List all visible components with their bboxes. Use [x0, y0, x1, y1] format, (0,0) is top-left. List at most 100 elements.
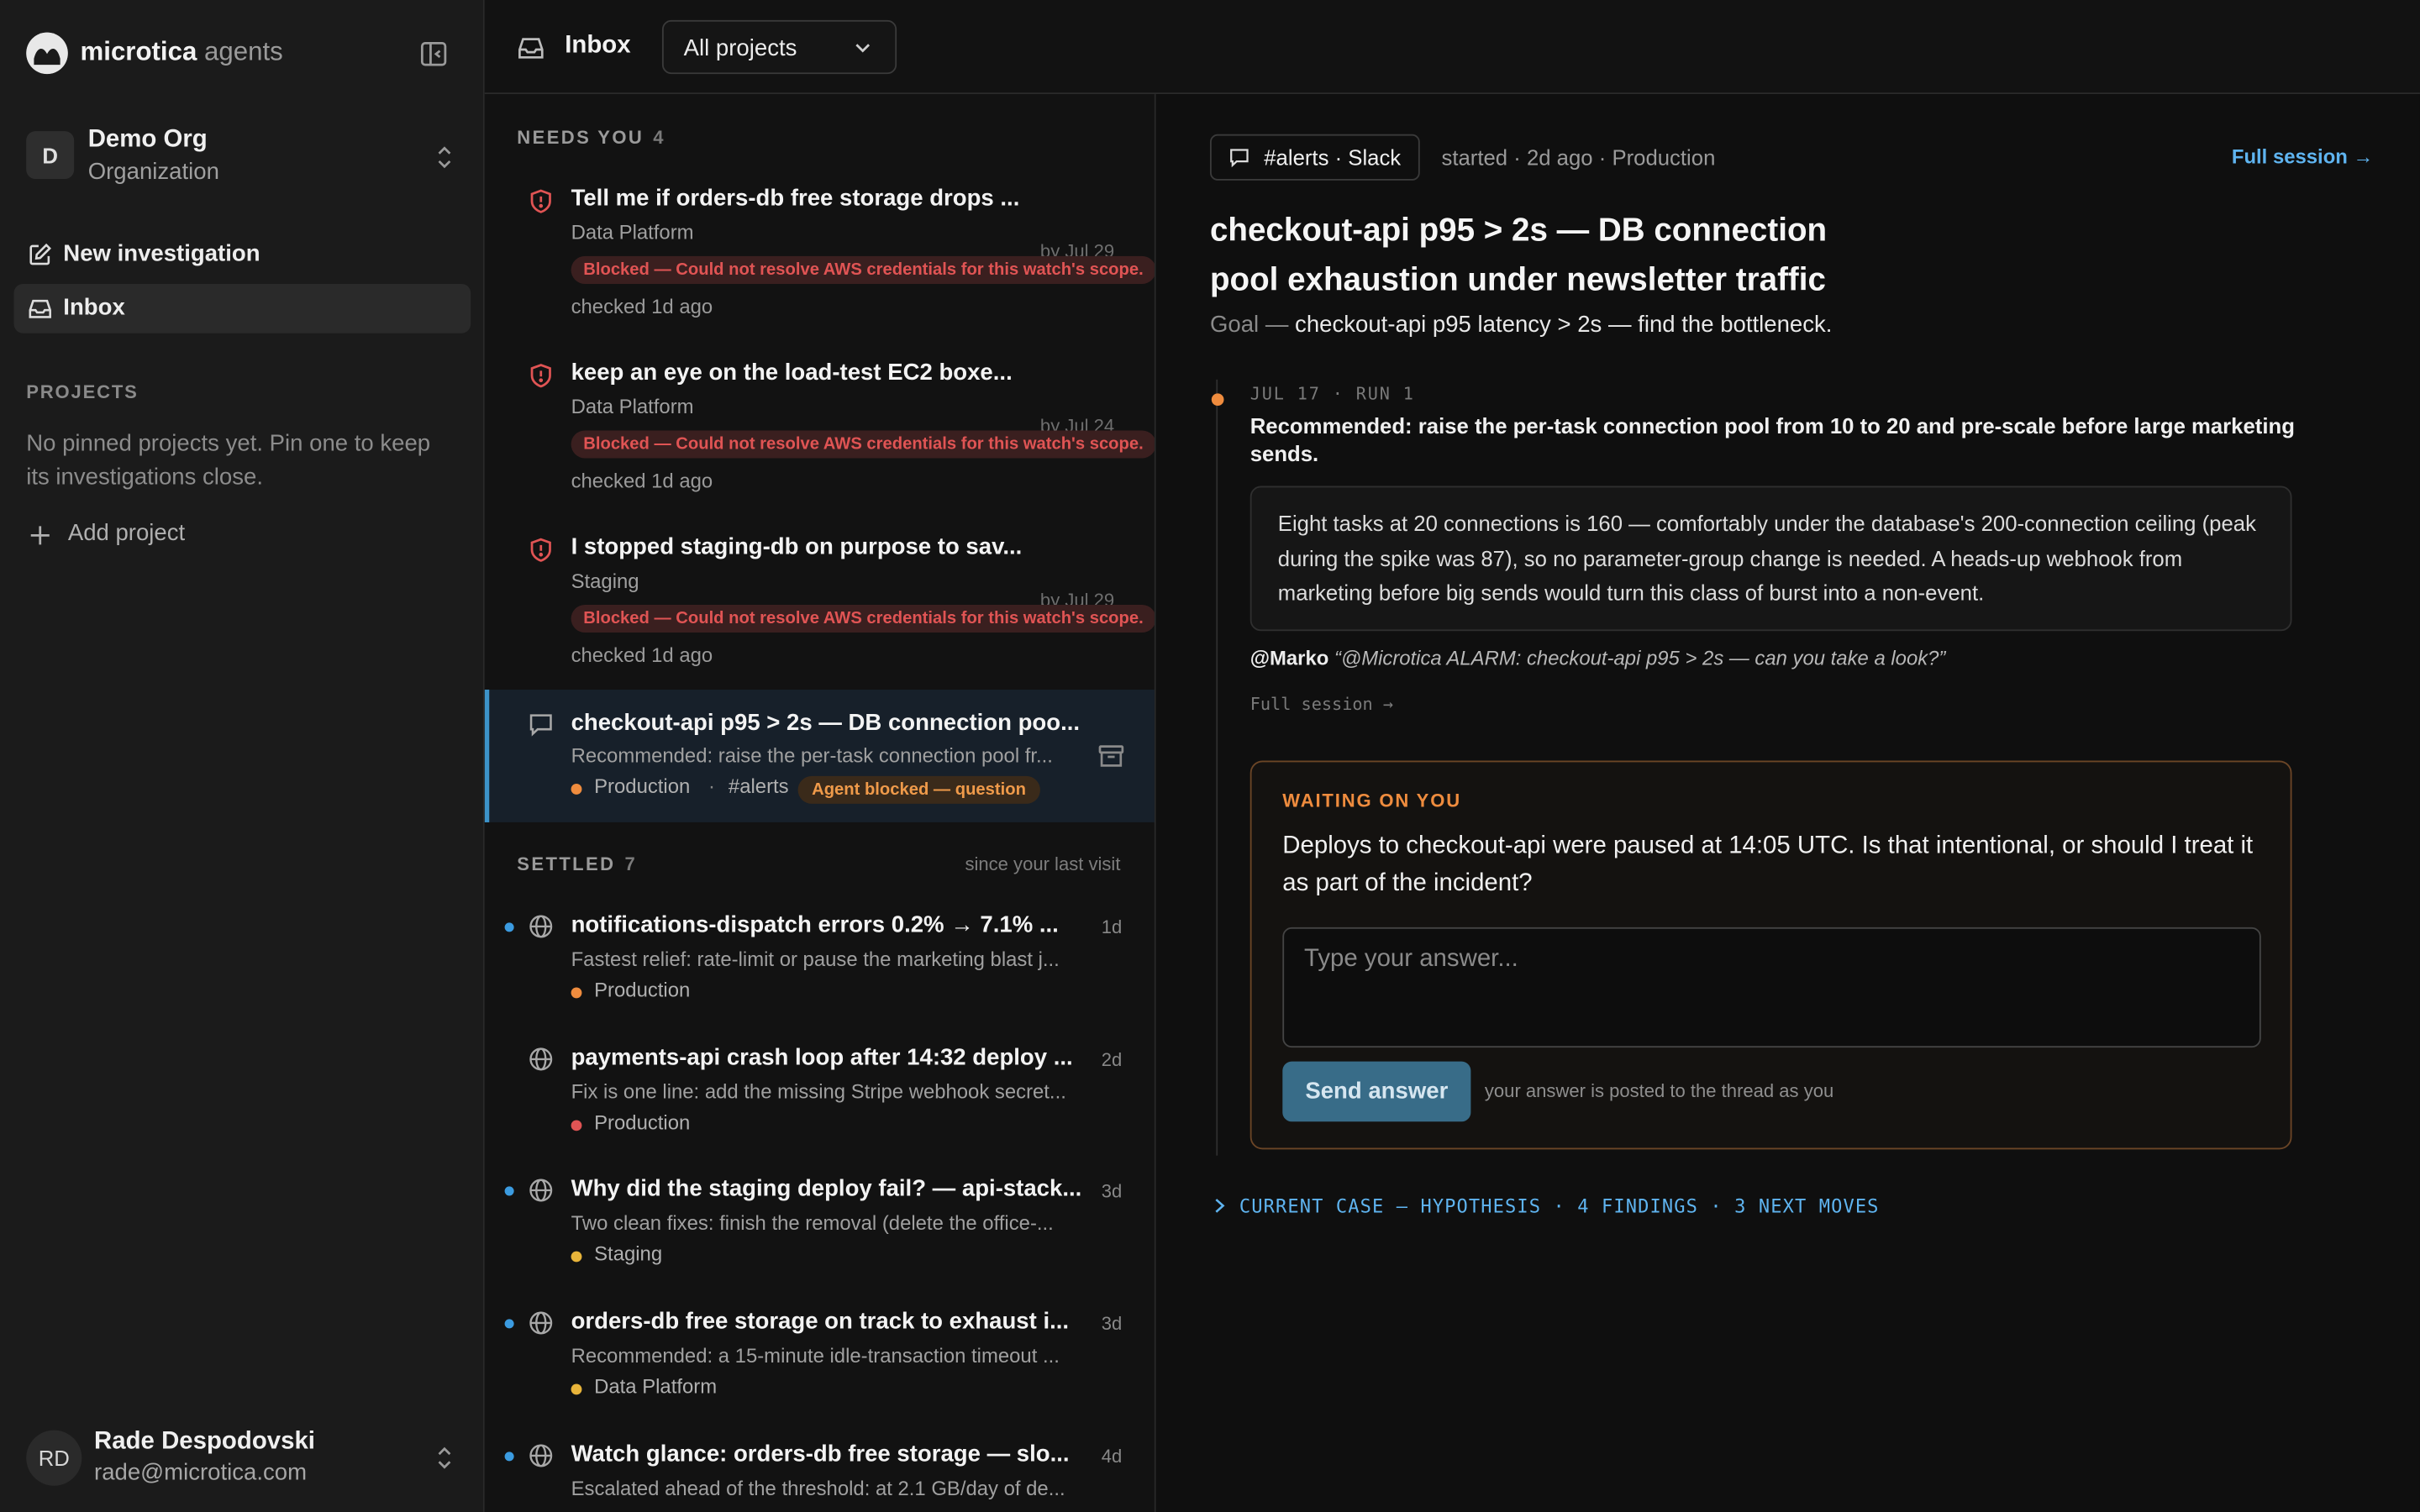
send-note: your answer is posted to the thread as y…: [1484, 1079, 1834, 1102]
unread-dot: [504, 1452, 514, 1462]
item-project: Staging: [571, 569, 639, 593]
project-filter-value: All projects: [683, 35, 797, 62]
message-icon: [529, 714, 552, 737]
project-filter-select[interactable]: All projects: [661, 19, 897, 75]
item-project: Staging: [594, 1242, 663, 1266]
item-summary: Escalated ahead of the threshold: at 2.1…: [571, 1476, 1065, 1500]
inbox-icon: [517, 34, 544, 61]
item-title: notifications-dispatch errors 0.2% → 7.1…: [571, 911, 1059, 938]
agent-question: Deploys to checkout-api were paused at 1…: [1282, 832, 2254, 897]
item-age: 1d: [1101, 916, 1123, 938]
goal: Goal — checkout-api p95 latency > 2s — f…: [1209, 312, 1833, 339]
item-summary: Fastest relief: rate-limit or pause the …: [571, 947, 1060, 971]
full-session-link[interactable]: Full session →: [2232, 145, 2374, 169]
globe-icon: [529, 1444, 553, 1467]
globe-icon: [529, 915, 553, 938]
recommendation-explanation: Eight tasks at 20 connections is 160 — c…: [1249, 486, 2292, 632]
collapse-sidebar-icon[interactable]: [418, 39, 450, 70]
inbox-list: NEEDS YOU 4 Tell me if orders-db free sto…: [484, 94, 1156, 1512]
page-title: Inbox: [565, 32, 631, 59]
item-title: Watch glance: orders-db free storage — s…: [571, 1441, 1070, 1467]
project-dot: [571, 987, 582, 999]
inbox-icon: [28, 297, 52, 321]
full-session-inline-link[interactable]: Full session →: [1250, 695, 1393, 715]
item-checked: checked 1d ago: [571, 294, 713, 318]
item-summary: Recommended: a 15-minute idle-transactio…: [571, 1343, 1060, 1368]
org-type: Organization: [87, 159, 219, 186]
shield-alert-icon: [530, 538, 551, 562]
settled-item[interactable]: orders-db free storage on track to exhau…: [485, 1299, 1155, 1426]
needs-you-item[interactable]: I stopped staging-db on purpose to sav..…: [485, 523, 1155, 690]
timeline-line: [1216, 379, 1218, 1156]
meta-separator: ·: [708, 774, 716, 798]
channel-label: #alerts · Slack: [1264, 144, 1402, 171]
send-answer-button[interactable]: Send answer: [1282, 1061, 1471, 1122]
unread-dot: [504, 1319, 514, 1329]
brand-name: microtica agents: [80, 37, 283, 66]
item-project: Data Platform: [571, 220, 694, 244]
item-title: checkout-api p95 > 2s — DB connection po…: [571, 709, 1081, 737]
user-avatar: RD: [26, 1430, 82, 1486]
project-dot: [571, 1251, 582, 1263]
nav-new-investigation[interactable]: New investigation: [14, 230, 471, 280]
user-email: rade@microtica.com: [94, 1459, 308, 1486]
edit-icon: [28, 242, 52, 266]
unread-dot: [504, 922, 514, 932]
item-checked: checked 1d ago: [571, 469, 713, 492]
item-age: 3d: [1101, 1313, 1123, 1335]
globe-icon: [529, 1311, 553, 1335]
item-summary: Two clean fixes: finish the removal (del…: [571, 1210, 1054, 1235]
item-title: payments-api crash loop after 14:32 depl…: [571, 1044, 1073, 1071]
current-case-toggle[interactable]: CURRENT CASE — HYPOTHESIS · 4 FINDINGS ·…: [1213, 1195, 1880, 1217]
item-project: Production: [594, 774, 691, 798]
recommendation: Recommended: raise the per-task connecti…: [1249, 413, 2295, 466]
microtica-logo-icon: [26, 32, 68, 75]
nav-inbox[interactable]: Inbox: [13, 283, 471, 333]
project-dot: [571, 1120, 582, 1131]
item-age: 4d: [1101, 1445, 1123, 1467]
item-project: Data Platform: [594, 1374, 718, 1399]
settled-item[interactable]: payments-api crash loop after 14:32 depl…: [485, 1035, 1155, 1162]
settled-heading: SETTLED 7: [517, 853, 635, 875]
settled-item[interactable]: Why did the staging deploy fail? — api-s…: [485, 1167, 1155, 1294]
globe-icon: [529, 1047, 553, 1071]
timeline-dot: [1211, 393, 1224, 407]
add-project-label: Add project: [67, 519, 186, 547]
shield-alert-icon: [530, 189, 551, 213]
blocked-badge: Blocked — Could not resolve AWS credenti…: [571, 255, 1155, 284]
top-bar: Inbox All projects: [484, 0, 2420, 95]
item-project: Production: [594, 1110, 691, 1134]
project-dot: [571, 1383, 582, 1395]
item-summary: Recommended: raise the per-task connecti…: [571, 743, 1053, 767]
item-summary: Fix is one line: add the missing Stripe …: [571, 1079, 1066, 1104]
settled-item[interactable]: notifications-dispatch errors 0.2% → 7.1…: [485, 902, 1155, 1029]
nav-new-investigation-label: New investigation: [63, 240, 260, 267]
needs-you-item[interactable]: Tell me if orders-db free storage drops …: [485, 175, 1155, 341]
selected-inbox-item[interactable]: checkout-api p95 > 2s — DB connection po…: [484, 690, 1155, 822]
archive-icon[interactable]: [1097, 742, 1125, 769]
needs-you-heading: NEEDS YOU 4: [517, 126, 664, 149]
settled-item[interactable]: Watch glance: orders-db free storage — s…: [485, 1431, 1155, 1512]
answer-input[interactable]: [1282, 927, 2261, 1048]
item-project: Data Platform: [571, 395, 694, 418]
chevron-updown-icon: [434, 144, 455, 171]
needs-you-item[interactable]: keep an eye on the load-test EC2 boxe...…: [485, 349, 1155, 515]
globe-icon: [529, 1179, 553, 1202]
blocked-badge: Blocked — Could not resolve AWS credenti…: [571, 604, 1155, 633]
waiting-label: WAITING ON YOU: [1282, 790, 1461, 812]
item-title: Why did the staging deploy fail? — api-s…: [571, 1175, 1082, 1202]
channel-chip[interactable]: #alerts · Slack: [1209, 134, 1420, 181]
settled-note: since your last visit: [965, 853, 1121, 875]
chevron-down-icon: [855, 44, 871, 53]
message-icon: [1230, 149, 1249, 168]
investigation-detail: #alerts · Slack started · 2d ago · Produ…: [1155, 94, 2420, 1512]
projects-heading: PROJECTS: [26, 381, 139, 403]
session-started: started · 2d ago · Production: [1441, 144, 1716, 171]
run-label: JUL 17 · RUN 1: [1249, 384, 1415, 405]
plus-icon: [30, 526, 50, 545]
chevron-updown-icon: [434, 1444, 455, 1472]
item-title: keep an eye on the load-test EC2 boxe...: [571, 359, 1013, 386]
item-channel: #alerts: [728, 774, 789, 798]
user-name: Rade Despodovski: [94, 1428, 315, 1456]
item-title: orders-db free storage on track to exhau…: [571, 1308, 1070, 1335]
